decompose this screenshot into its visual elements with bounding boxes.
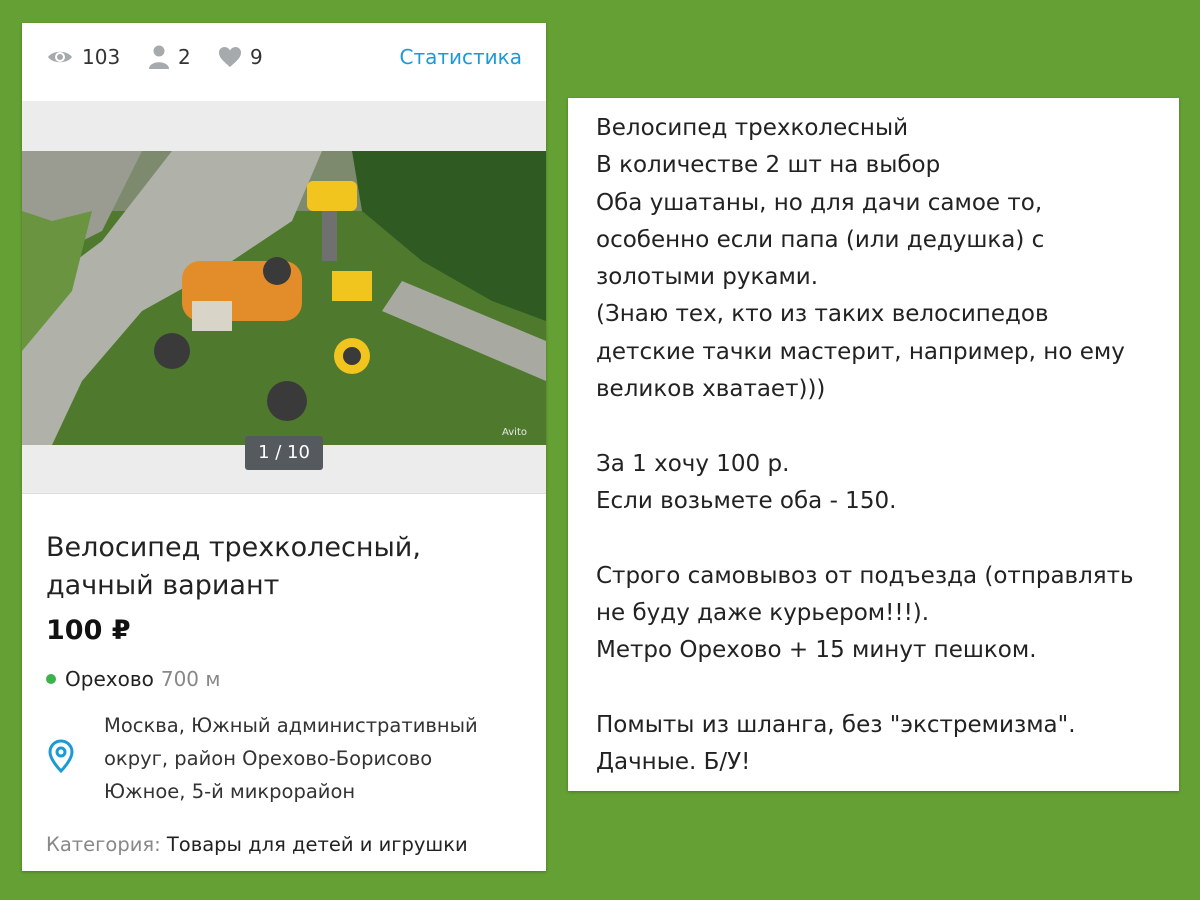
description-line: особенно если папа (или дедушка) с (596, 226, 1045, 253)
description-line: В количестве 2 шт на выбор (596, 152, 941, 179)
eye-icon (48, 51, 72, 63)
address-line: Южное, 5-й микрорайон (104, 780, 356, 803)
heart-icon (219, 47, 241, 67)
description-text: Велосипед трехколесный В количестве 2 шт … (596, 110, 1134, 781)
statistics-link[interactable]: Статистика (400, 45, 523, 69)
description-panel: Велосипед трехколесный В количестве 2 шт … (568, 98, 1179, 791)
listing-address[interactable]: Москва, Южный административный округ, ра… (104, 709, 524, 808)
listing-title-line: Велосипед трехколесный, (46, 532, 421, 563)
listing-photo[interactable]: Avito (22, 151, 546, 445)
description-line (596, 669, 1134, 706)
description-line: За 1 хочу 100 р. (596, 450, 790, 477)
listing-title-line: дачный вариант (46, 570, 280, 601)
stats-bar: 103 2 9 Статистика (22, 23, 546, 103)
description-line: Если возьмете оба - 150. (596, 487, 897, 514)
category-label: Категория: (46, 833, 161, 856)
views-stat: 103 (46, 45, 120, 69)
description-line: Дачные. Б/У! (596, 749, 751, 776)
description-line: Метро Орехово + 15 минут пешком. (596, 637, 1037, 664)
address-line: Москва, Южный административный (104, 714, 478, 737)
metro-distance: 700 м (160, 667, 221, 691)
metro-station: Орехово 700 м (46, 667, 220, 691)
description-line (596, 520, 1134, 557)
description-line: детские тачки мастерит, например, но ему (596, 338, 1125, 365)
favorites-stat: 9 (218, 45, 263, 69)
metro-station-name: Орехово (65, 667, 154, 691)
category-value[interactable]: Товары для детей и игрушки (167, 833, 468, 856)
listing-card: 103 2 9 Статистика Avito 1 / 10 Велосипе… (22, 23, 546, 871)
description-line: золотыми руками. (596, 264, 819, 291)
description-line: Оба ушатаны, но для дачи самое то, (596, 189, 1043, 216)
description-line: не буду даже курьером!!!). (596, 599, 930, 626)
listing-price: 100 ₽ (46, 615, 131, 646)
description-line: Велосипед трехколесный (596, 115, 909, 141)
favorites-count: 9 (250, 45, 263, 69)
divider (22, 493, 546, 494)
photo-counter: 1 / 10 (245, 436, 323, 470)
contacts-stat: 2 (148, 45, 191, 69)
views-count: 103 (82, 45, 121, 69)
description-line: Помыты из шланга, без "экстремизма". (596, 711, 1076, 738)
photo-gallery[interactable]: Avito 1 / 10 (22, 101, 546, 493)
description-line: великов хватает))) (596, 376, 826, 403)
description-line (596, 408, 1134, 445)
contacts-count: 2 (178, 45, 191, 69)
description-line: Строго самовывоз от подъезда (отправлять (596, 562, 1134, 589)
location-pin-icon (48, 739, 74, 773)
photo-watermark: Avito (502, 427, 527, 438)
listing-category: Категория: Товары для детей и игрушки (46, 833, 468, 856)
address-line: округ, район Орехово-Борисово (104, 747, 433, 770)
person-icon (149, 45, 169, 69)
listing-title: Велосипед трехколесный, дачный вариант (46, 529, 516, 605)
description-line: (Знаю тех, кто из таких велосипедов (596, 301, 1049, 328)
metro-line-dot (46, 674, 56, 684)
